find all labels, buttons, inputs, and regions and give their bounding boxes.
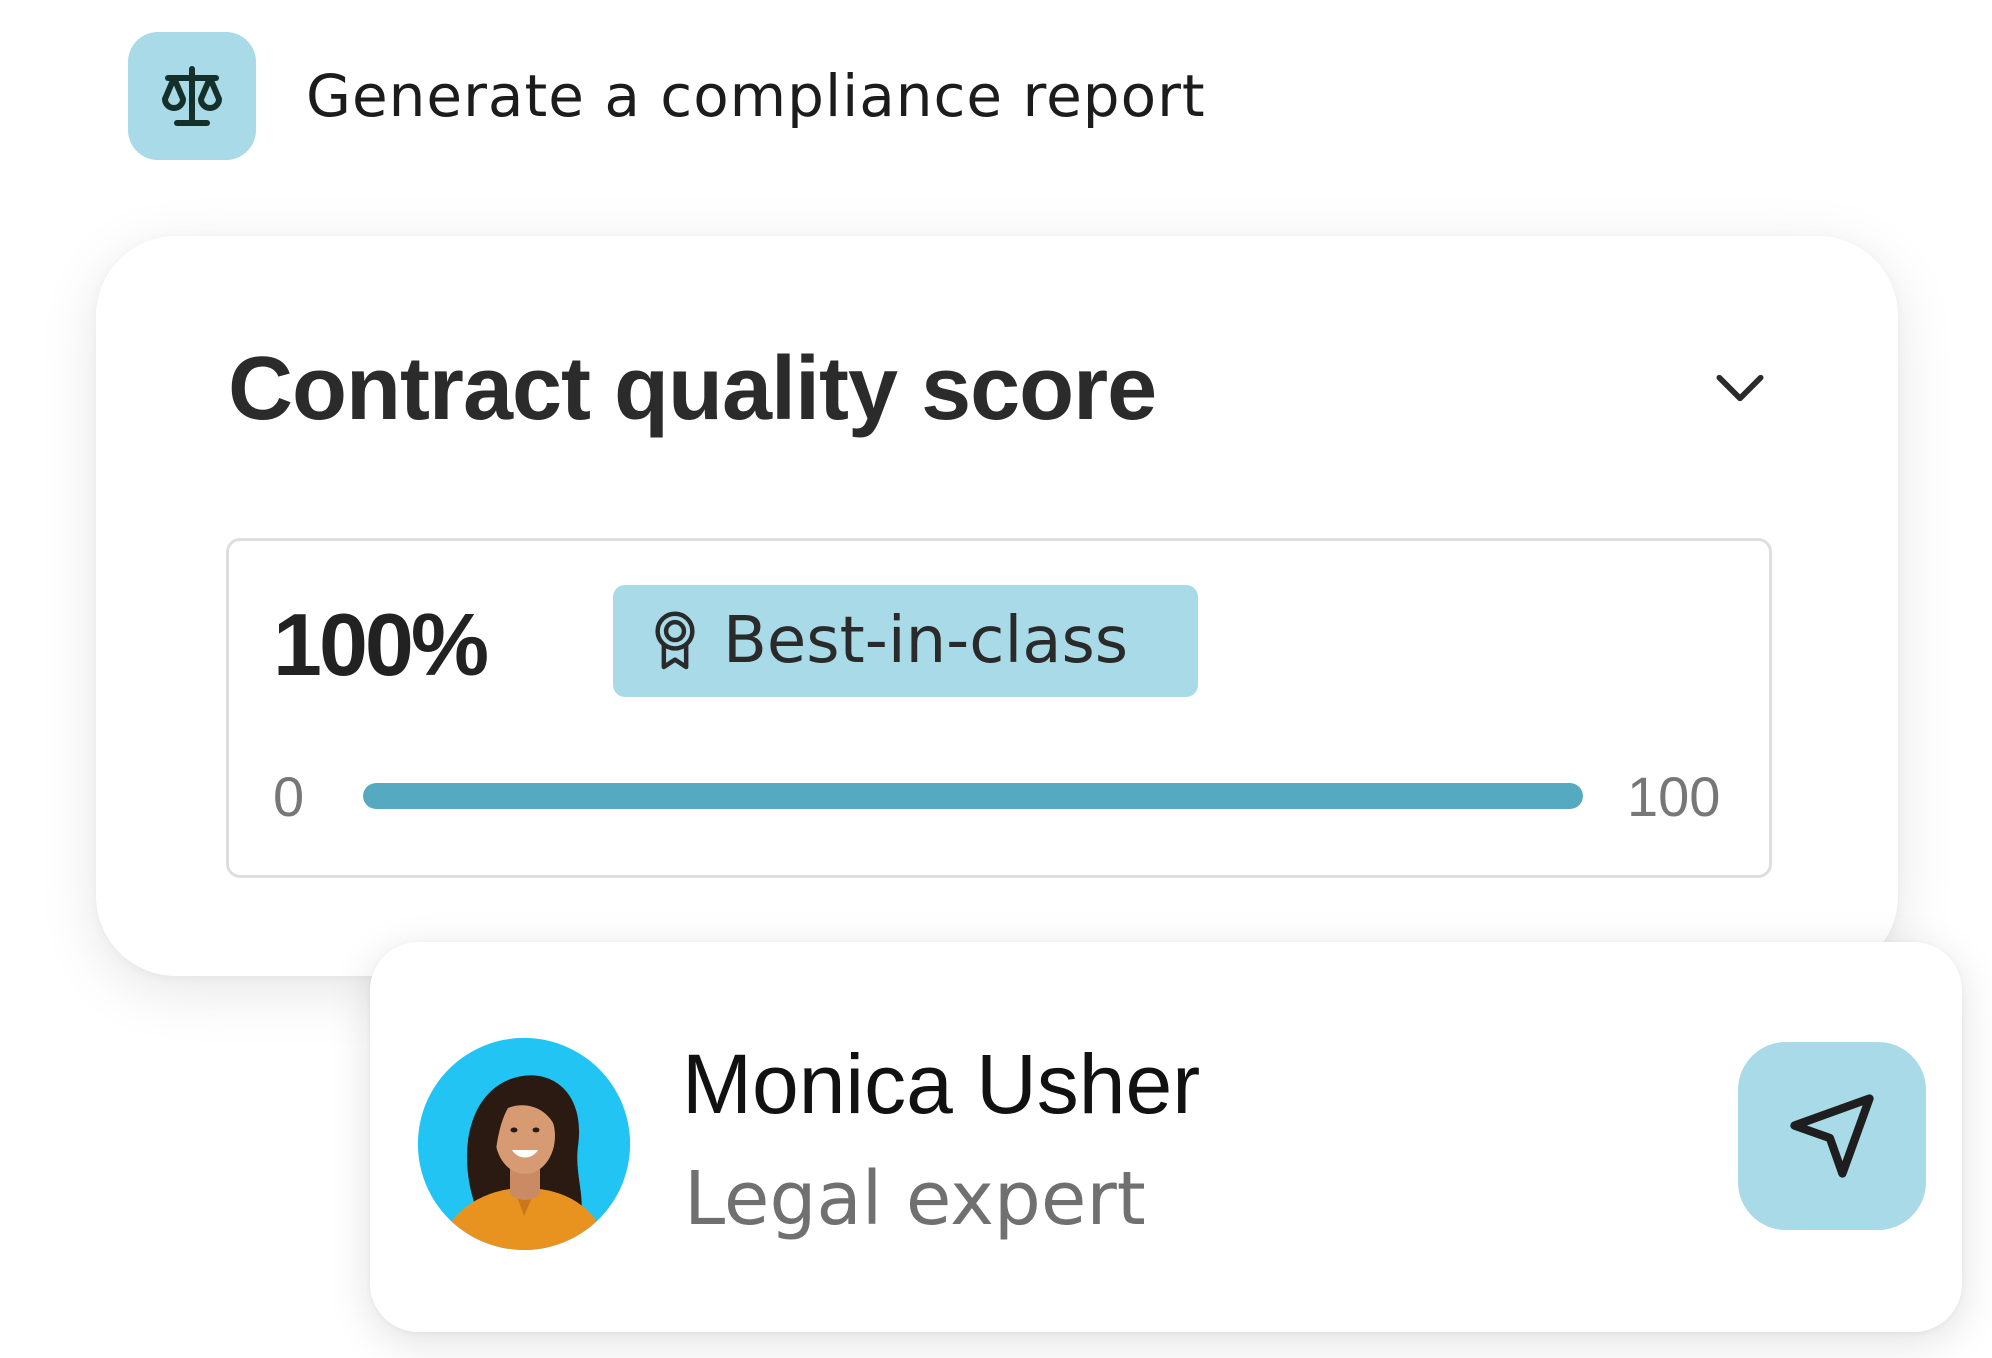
badge-label: Best-in-class (723, 604, 1129, 678)
score-progress-bar (363, 783, 1583, 809)
range-min-label: 0 (273, 765, 305, 828)
expert-name: Monica Usher (682, 1037, 1201, 1131)
scale-icon (162, 66, 222, 126)
chevron-down-icon (1716, 374, 1764, 402)
expert-card: Monica Usher Legal expert (370, 942, 1962, 1332)
page: Generate a compliance report Contract qu… (0, 0, 1992, 1358)
contract-quality-card: Contract quality score 100% Best-in-clas… (96, 236, 1898, 976)
card-title: Contract quality score (228, 339, 1157, 439)
award-ribbon-icon (649, 610, 701, 672)
score-value: 100% (273, 595, 489, 694)
expert-role: Legal expert (684, 1156, 1146, 1242)
compliance-report-button[interactable] (128, 32, 256, 160)
best-in-class-badge: Best-in-class (613, 585, 1198, 697)
range-max-label: 100 (1627, 765, 1721, 828)
compliance-report-action[interactable]: Generate a compliance report (128, 32, 1206, 160)
score-progress-fill (363, 783, 1583, 809)
send-button[interactable] (1738, 1042, 1926, 1230)
send-arrow-icon (1790, 1094, 1874, 1178)
collapse-button[interactable] (1700, 348, 1780, 428)
avatar (418, 1038, 630, 1250)
action-label: Generate a compliance report (306, 62, 1206, 130)
score-panel: 100% Best-in-class 0 100 (226, 538, 1772, 878)
